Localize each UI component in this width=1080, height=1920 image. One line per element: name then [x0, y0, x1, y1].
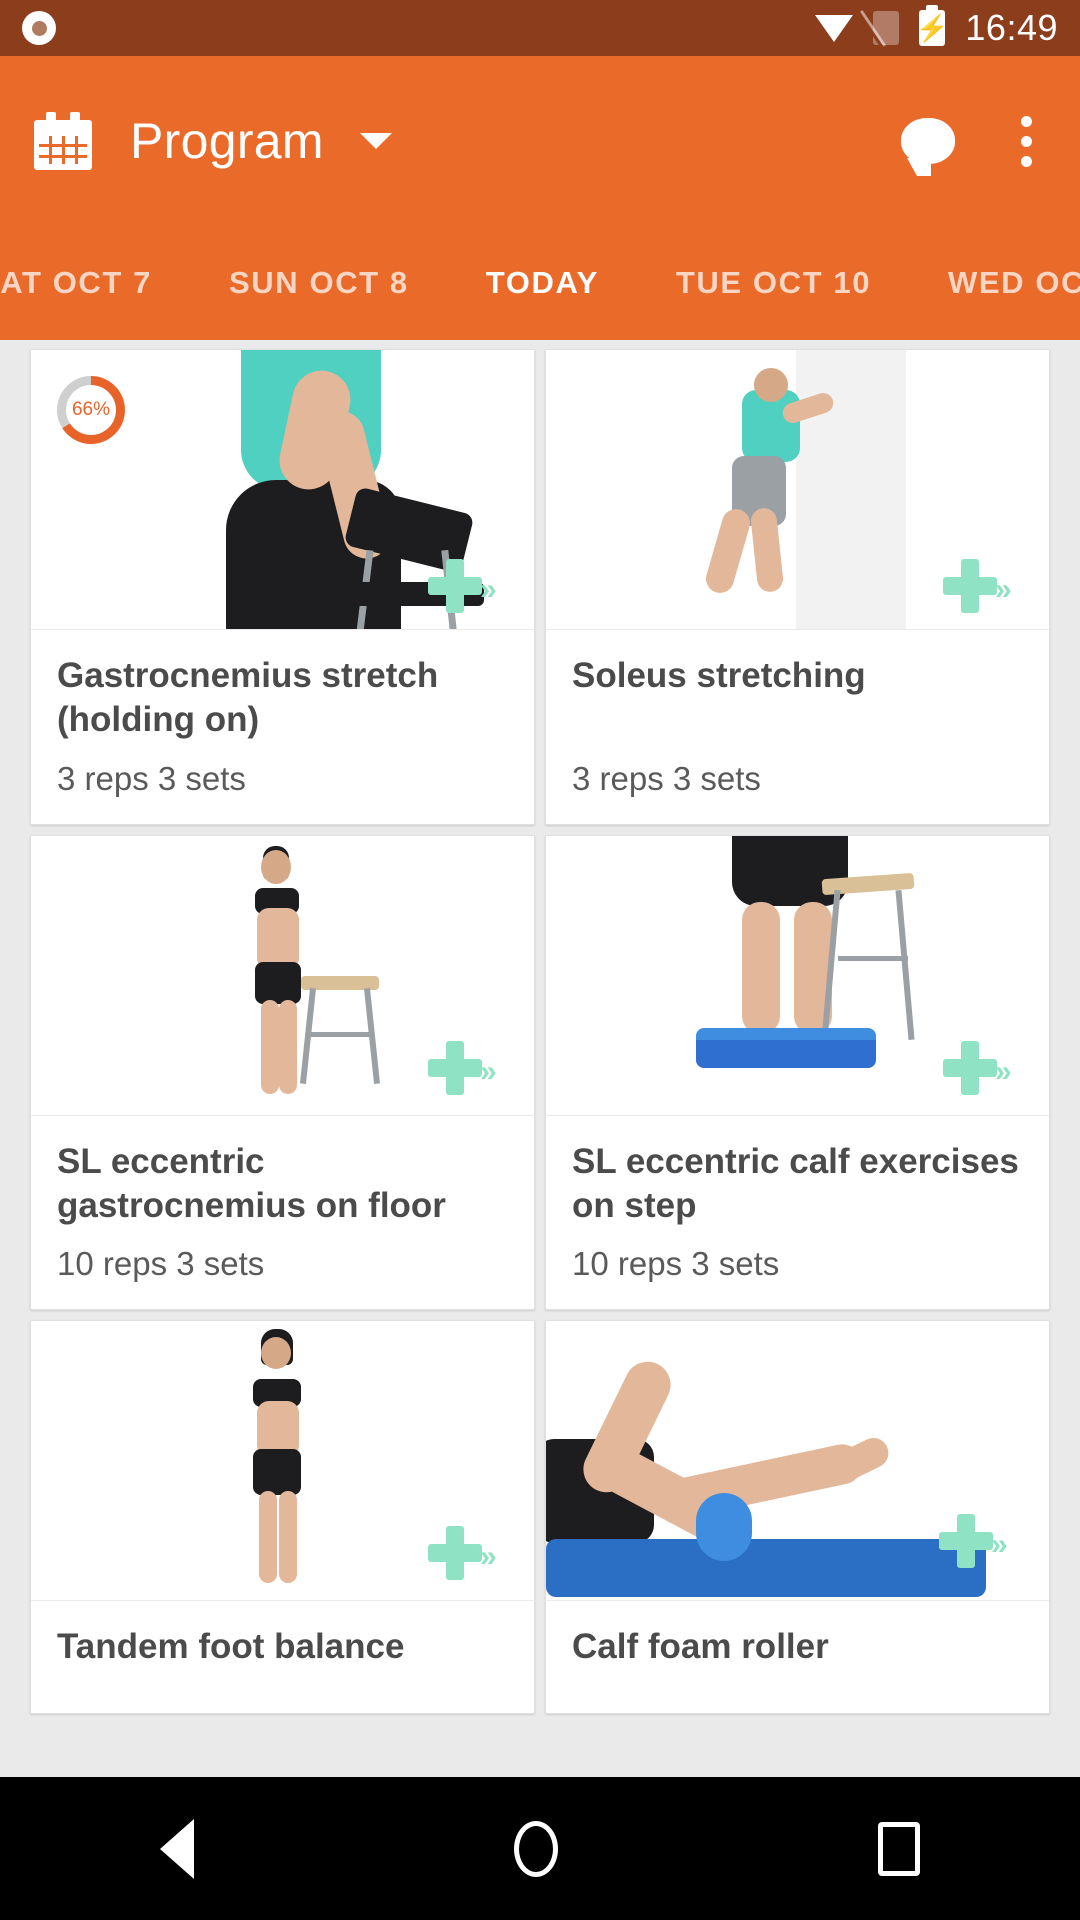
- exercise-card[interactable]: » Tandem foot balance: [30, 1320, 535, 1714]
- exercise-card[interactable]: » Calf foam roller: [545, 1320, 1050, 1714]
- calendar-icon[interactable]: [34, 112, 92, 170]
- exercise-card-body: Soleus stretching 3 reps 3 sets: [546, 630, 1049, 824]
- exercise-thumbnail[interactable]: »: [31, 1321, 534, 1602]
- exercise-dosage: 10 reps 3 sets: [572, 1245, 780, 1283]
- exercise-thumbnail[interactable]: »: [546, 1321, 1049, 1602]
- exercise-dosage: 3 reps 3 sets: [57, 759, 246, 797]
- more-vert-icon[interactable]: [1021, 115, 1032, 167]
- exercise-title: SL eccentric calf exercises on step: [572, 1141, 1019, 1225]
- progress-value: 66%: [66, 385, 116, 435]
- exercise-card-body: SL eccentric calf exercises on step 10 r…: [546, 1116, 1049, 1310]
- progress-donut: 66%: [57, 376, 125, 444]
- exercise-title: Gastrocnemius stretch (holding on): [57, 656, 439, 739]
- battery-bolt-glyph: ⚡: [916, 13, 949, 43]
- exercise-row: » Tandem foot balance » Calf foam roller: [30, 1320, 1050, 1714]
- exercise-card-body: Gastrocnemius stretch (holding on) 3 rep…: [31, 630, 534, 824]
- exercise-dosage: 3 reps 3 sets: [572, 759, 761, 797]
- exercise-row: » SL eccentric gastrocnemius on floor 10…: [30, 834, 1050, 1311]
- tab-sat-oct-7[interactable]: SAT OCT 7: [0, 265, 152, 301]
- plus-chevron-watermark-icon: »: [428, 1526, 520, 1586]
- exercise-card-body: Tandem foot balance: [31, 1601, 534, 1713]
- home-icon[interactable]: [514, 1820, 558, 1877]
- exercise-dosage: 10 reps 3 sets: [57, 1245, 265, 1283]
- page-title: Program: [130, 113, 324, 169]
- exercise-title: Calf foam roller: [572, 1627, 829, 1667]
- exercise-thumbnail[interactable]: »: [31, 835, 534, 1116]
- tab-tue-oct-10[interactable]: TUE OCT 10: [676, 265, 871, 301]
- exercise-title: SL eccentric gastrocnemius on floor: [57, 1141, 446, 1225]
- exercise-card-body: Calf foam roller: [546, 1601, 1049, 1713]
- plus-chevron-watermark-icon: »: [943, 559, 1035, 619]
- exercise-thumbnail[interactable]: »: [546, 350, 1049, 630]
- exercise-thumbnail[interactable]: »: [546, 835, 1049, 1116]
- back-icon[interactable]: [160, 1818, 194, 1879]
- plus-chevron-watermark-icon: »: [943, 1040, 1035, 1101]
- app-bar: Program: [0, 56, 1080, 226]
- battery-charging-icon: ⚡: [916, 5, 949, 46]
- exercise-title: Soleus stretching: [572, 656, 866, 695]
- date-tab-bar[interactable]: SAT OCT 7 SUN OCT 8 TODAY TUE OCT 10 WED…: [0, 226, 1080, 340]
- chat-bubble-icon[interactable]: [901, 118, 955, 176]
- exercise-thumbnail[interactable]: 66% »: [31, 350, 534, 630]
- status-bar-clock: 16:49: [965, 7, 1058, 48]
- exercise-card[interactable]: 66% » Gastrocnemius stretch (holding on)…: [30, 349, 535, 825]
- tab-wed-oct[interactable]: WED OCT: [948, 265, 1080, 301]
- exercise-card[interactable]: » Soleus stretching 3 reps 3 sets: [545, 349, 1050, 825]
- tab-today[interactable]: TODAY: [486, 265, 599, 301]
- plus-chevron-watermark-icon: »: [428, 1040, 520, 1101]
- recents-icon[interactable]: [878, 1821, 920, 1876]
- exercise-title: Tandem foot balance: [57, 1627, 405, 1667]
- app-bar-actions: [901, 115, 1046, 176]
- no-sim-icon: [873, 11, 900, 45]
- chevron-down-icon[interactable]: [359, 133, 392, 149]
- phone-screen: ⚡ 16:49 Program SAT OCT 7 SUN OCT 8 TODA…: [0, 0, 1080, 1920]
- status-bar: ⚡ 16:49: [0, 0, 1080, 56]
- exercise-card[interactable]: » SL eccentric gastrocnemius on floor 10…: [30, 834, 535, 1311]
- system-navigation-bar: [0, 1777, 1080, 1920]
- exercise-grid[interactable]: 66% » Gastrocnemius stretch (holding on)…: [0, 340, 1080, 1777]
- status-bar-left: [22, 11, 56, 45]
- status-bar-right: ⚡ 16:49: [815, 5, 1058, 49]
- tab-sun-oct-8[interactable]: SUN OCT 8: [229, 265, 409, 301]
- wifi-icon: [815, 14, 854, 42]
- screen-record-icon: [22, 11, 56, 45]
- exercise-row: 66% » Gastrocnemius stretch (holding on)…: [30, 349, 1050, 825]
- exercise-card-body: SL eccentric gastrocnemius on floor 10 r…: [31, 1116, 534, 1310]
- exercise-card[interactable]: » SL eccentric calf exercises on step 10…: [545, 834, 1050, 1311]
